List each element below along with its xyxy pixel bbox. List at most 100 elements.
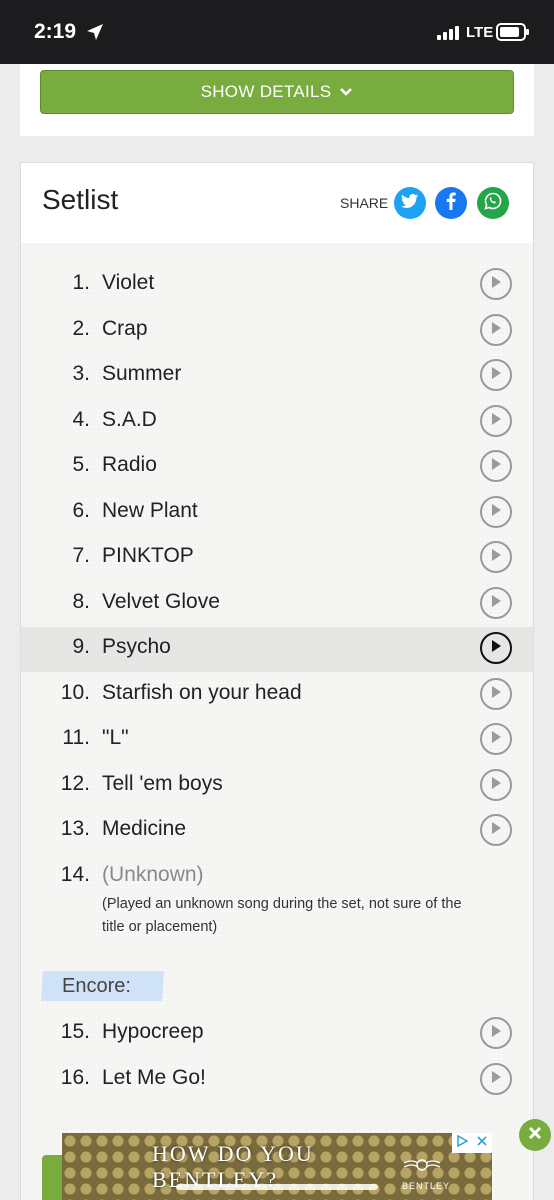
song-number: 6.: [72, 499, 90, 522]
play-button[interactable]: [480, 496, 512, 528]
play-icon: [489, 366, 503, 385]
play-button[interactable]: [480, 814, 512, 846]
song-row[interactable]: 16. Let Me Go!: [21, 1058, 533, 1103]
setlist-body: 1. Violet 2. Crap 3. Summer 4. S.A.D 5. …: [21, 243, 533, 1200]
play-icon: [489, 1024, 503, 1043]
song-title[interactable]: PINKTOP: [102, 544, 194, 568]
song-number: 1.: [72, 271, 90, 294]
song-row[interactable]: 4. S.A.D: [21, 400, 533, 445]
song-title[interactable]: Tell 'em boys: [102, 772, 223, 796]
ad-close-icon[interactable]: [476, 1134, 488, 1152]
song-number: 7.: [72, 544, 90, 567]
song-row-active[interactable]: 9. Psycho: [21, 627, 533, 672]
play-icon: [489, 548, 503, 567]
song-row[interactable]: 13. Medicine: [21, 809, 533, 854]
facebook-icon: [446, 192, 456, 215]
song-number: 16.: [60, 1066, 90, 1089]
close-ad-button[interactable]: [519, 1119, 551, 1151]
play-icon: [489, 730, 503, 749]
song-number: 12.: [60, 772, 90, 795]
battery-icon: [496, 23, 530, 46]
song-number: 14.: [60, 863, 90, 886]
song-title[interactable]: Hypocreep: [102, 1020, 204, 1044]
song-title[interactable]: Violet: [102, 271, 154, 295]
song-title[interactable]: Psycho: [102, 635, 171, 659]
play-button[interactable]: [480, 1017, 512, 1049]
show-details-label: SHOW DETAILS: [200, 82, 332, 101]
setlist-card: Setlist SHARE 1. Violet 2. Crap 3. Summe…: [20, 162, 534, 1200]
song-row[interactable]: 10. Starfish on your head: [21, 673, 533, 718]
twitter-icon: [401, 193, 419, 214]
play-button[interactable]: [480, 632, 512, 664]
song-number: 8.: [72, 590, 90, 613]
song-row[interactable]: 11. "L": [21, 718, 533, 763]
song-number: 2.: [72, 317, 90, 340]
song-number: 5.: [72, 453, 90, 476]
location-arrow-icon: [86, 23, 104, 46]
song-title: (Unknown): [102, 863, 204, 886]
setlist-title: Setlist: [42, 184, 119, 215]
song-note: (Played an unknown song during the set, …: [102, 896, 462, 935]
play-icon: [489, 594, 503, 613]
play-button[interactable]: [480, 769, 512, 801]
play-icon: [489, 776, 503, 795]
ad-brand: BENTLEY: [402, 1181, 451, 1191]
song-title[interactable]: New Plant: [102, 499, 198, 523]
song-number: 13.: [60, 817, 90, 840]
song-number: 15.: [60, 1020, 90, 1043]
play-button[interactable]: [480, 678, 512, 710]
signal-icon: [437, 26, 459, 45]
play-icon: [489, 1070, 503, 1089]
song-row[interactable]: 6. New Plant: [21, 491, 533, 536]
play-button[interactable]: [480, 723, 512, 755]
play-button[interactable]: [480, 450, 512, 482]
play-icon: [489, 321, 503, 340]
song-row[interactable]: 2. Crap: [21, 309, 533, 354]
play-button[interactable]: [480, 587, 512, 619]
share-twitter-button[interactable]: [394, 187, 426, 219]
ad-choices[interactable]: [452, 1133, 492, 1153]
song-title[interactable]: Radio: [102, 453, 157, 477]
song-title[interactable]: Medicine: [102, 817, 186, 841]
close-icon: [528, 1126, 542, 1145]
play-button[interactable]: [480, 359, 512, 391]
encore-label: Encore:: [40, 971, 165, 1001]
song-title[interactable]: Velvet Glove: [102, 590, 220, 614]
play-button[interactable]: [480, 268, 512, 300]
song-row[interactable]: 8. Velvet Glove: [21, 582, 533, 627]
green-tab[interactable]: [42, 1155, 64, 1200]
status-time: 2:19: [34, 20, 77, 43]
bentley-logo-icon: [402, 1153, 442, 1182]
song-title[interactable]: Let Me Go!: [102, 1066, 206, 1090]
show-details-button[interactable]: SHOW DETAILS: [40, 70, 514, 114]
song-title[interactable]: Summer: [102, 362, 181, 386]
play-button[interactable]: [480, 1063, 512, 1095]
play-icon: [489, 412, 503, 431]
song-row[interactable]: 12. Tell 'em boys: [21, 764, 533, 809]
song-row[interactable]: 1. Violet: [21, 263, 533, 308]
song-title[interactable]: Crap: [102, 317, 148, 341]
song-row[interactable]: 3. Summer: [21, 354, 533, 399]
home-indicator[interactable]: [176, 1184, 378, 1190]
song-title[interactable]: "L": [102, 726, 129, 750]
song-number: 3.: [72, 362, 90, 385]
play-button[interactable]: [480, 541, 512, 573]
song-title[interactable]: S.A.D: [102, 408, 157, 432]
play-icon: [489, 685, 503, 704]
play-button[interactable]: [480, 314, 512, 346]
share-whatsapp-button[interactable]: [477, 187, 509, 219]
song-title[interactable]: Starfish on your head: [102, 681, 302, 705]
song-row[interactable]: 7. PINKTOP: [21, 536, 533, 581]
status-bar: 2:19 LTE: [0, 0, 554, 64]
song-row[interactable]: 15. Hypocreep: [21, 1012, 533, 1057]
ad-info-icon[interactable]: [456, 1134, 469, 1152]
share-label: SHARE: [340, 195, 389, 211]
song-number: 10.: [60, 681, 90, 704]
share-facebook-button[interactable]: [435, 187, 467, 219]
play-icon: [489, 503, 503, 522]
play-icon: [489, 457, 503, 476]
play-icon: [489, 821, 503, 840]
play-button[interactable]: [480, 405, 512, 437]
song-row[interactable]: 5. Radio: [21, 445, 533, 490]
chevron-down-icon: [339, 82, 353, 102]
